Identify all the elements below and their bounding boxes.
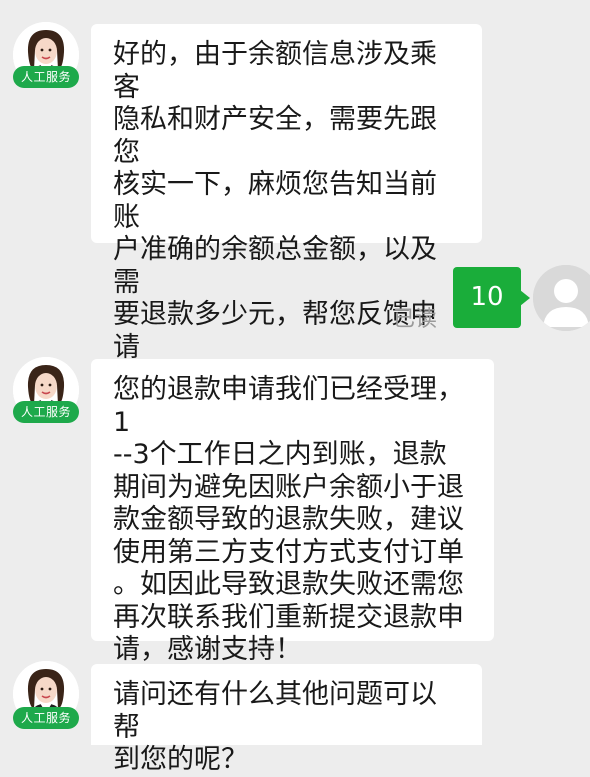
agent-service-badge: 人工服务 [13, 401, 79, 423]
default-user-icon [533, 265, 590, 331]
chat-conversation: 人工服务 好的，由于余额信息涉及乘客 隐私和财产安全，需要先跟您 核实一下，麻烦… [0, 0, 590, 775]
agent-message-bubble: 好的，由于余额信息涉及乘客 隐私和财产安全，需要先跟您 核实一下，麻烦您告知当前… [91, 24, 482, 395]
agent-message-bubble: 请问还有什么其他问题可以帮 到您的呢？ [91, 664, 482, 775]
agent-service-badge: 人工服务 [13, 707, 79, 729]
user-message-bubble: 10 [453, 267, 521, 328]
agent-message-bubble: 您的退款申请我们已经受理，1 --3个工作日之内到账，退款 期间为避免因账户余额… [91, 359, 494, 665]
user-bubble-tail [520, 290, 530, 306]
agent-service-badge: 人工服务 [13, 66, 79, 88]
read-status: 已读 [393, 307, 438, 332]
user-avatar[interactable] [533, 265, 590, 331]
